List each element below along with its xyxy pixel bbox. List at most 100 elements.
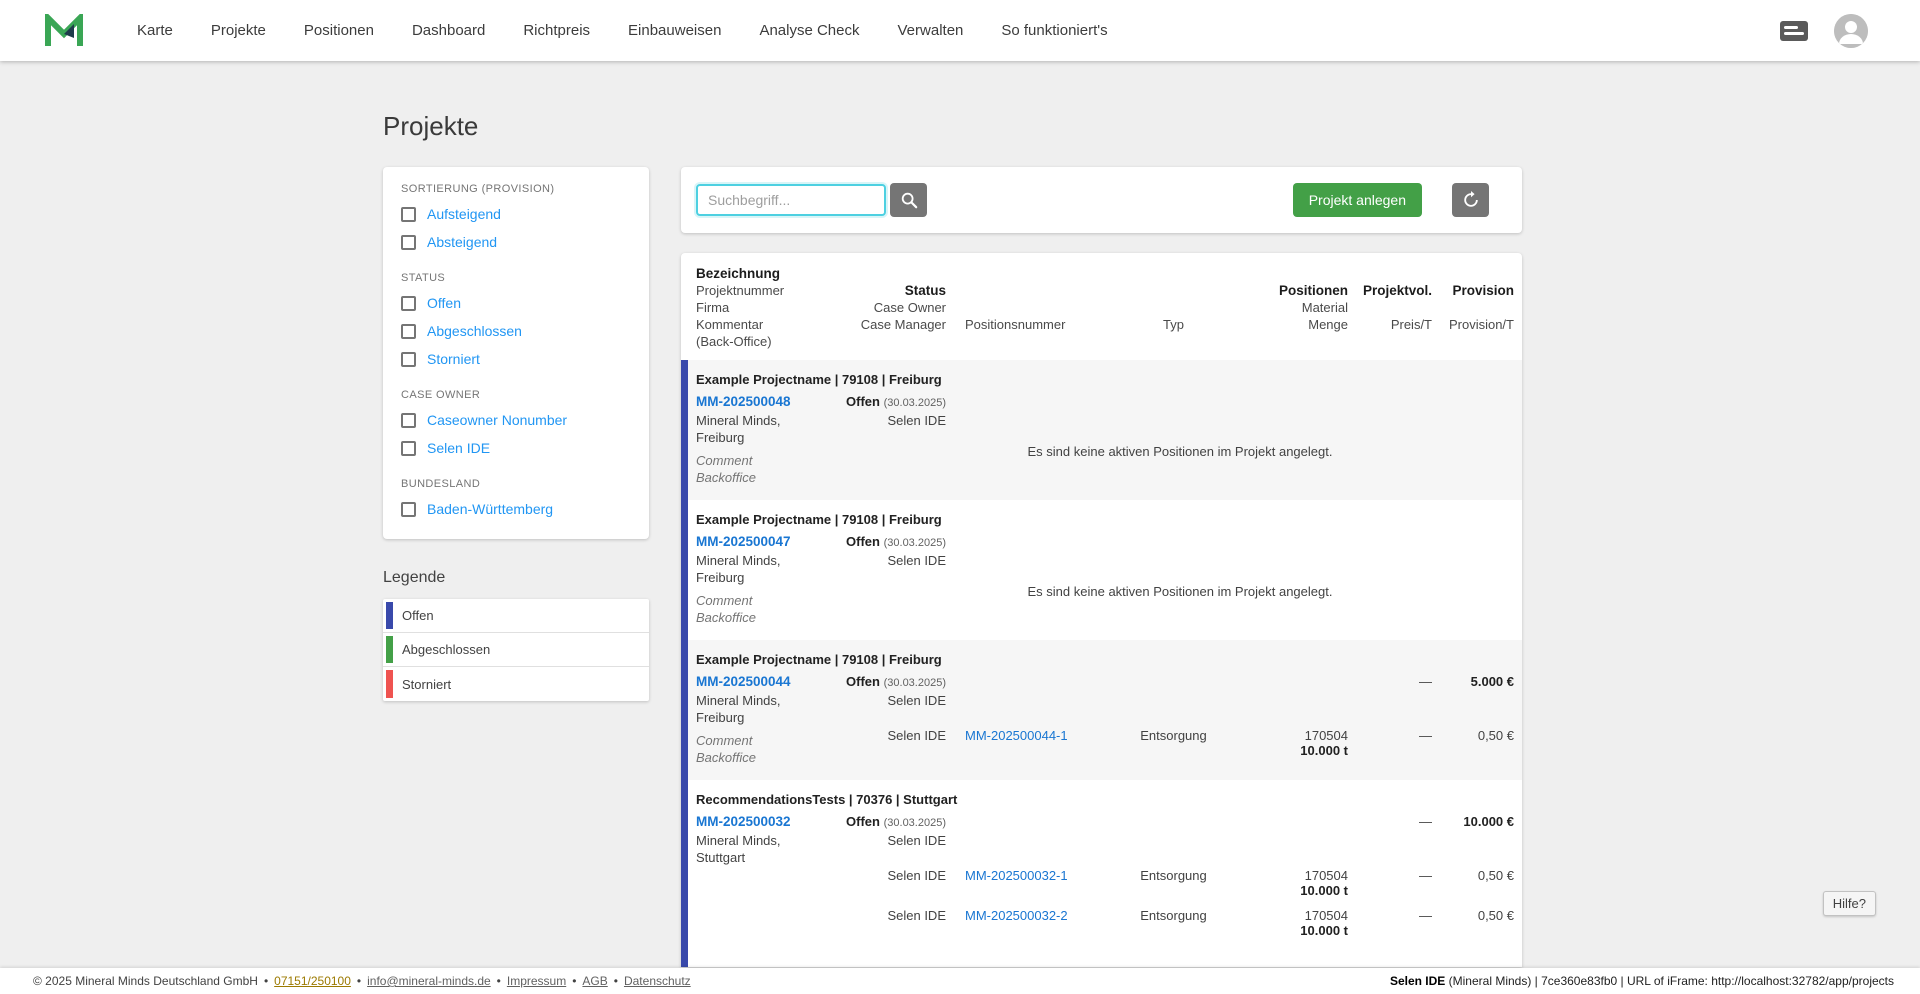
project-comment: Backoffice <box>696 610 756 625</box>
footer-datenschutz-link[interactable]: Datenschutz <box>624 974 691 988</box>
project-status: Offen (30.03.2025) <box>846 814 946 829</box>
checkbox-unchecked-icon[interactable] <box>401 412 416 428</box>
logo-m-icon <box>45 13 83 46</box>
position-number-link[interactable]: MM-202500032-2 <box>965 908 1068 923</box>
project-title: RecommendationsTests | 70376 | Stuttgart <box>696 792 958 807</box>
footer-session-rest: (Mineral Minds) | 7ce360e83fb0 | URL of … <box>1445 974 1894 988</box>
user-avatar-icon[interactable] <box>1834 13 1868 48</box>
legend-color-offen <box>386 602 393 629</box>
col-case-manager: Case Manager <box>860 317 946 332</box>
checkbox-unchecked-icon[interactable] <box>401 295 416 311</box>
legend-title: Legende <box>383 569 446 586</box>
project-group: RecommendationsTests | 70376 | Stuttgart… <box>681 780 1522 967</box>
filter-section-bundesland: BUNDESLAND <box>401 478 481 490</box>
project-preis: — <box>1419 814 1432 829</box>
project-title: Example Projectname | 79108 | Freiburg <box>696 652 942 667</box>
project-left-cell: MM-202500044 Mineral Minds, Freiburg Com… <box>696 669 846 766</box>
project-comment: Comment <box>696 593 753 608</box>
nav-item-so-funktionierts[interactable]: So funktioniert's <box>982 22 1126 39</box>
footer-phone-link[interactable]: 07151/250100 <box>274 974 351 988</box>
position-provision: 0,50 € <box>1477 868 1514 883</box>
search-button[interactable] <box>890 183 927 217</box>
filter-caseowner-nonumber[interactable]: Caseowner Nonumber <box>401 406 631 434</box>
filter-selen-ide[interactable]: Selen IDE <box>401 434 631 462</box>
position-material: 170504 <box>1304 868 1348 883</box>
nav-item-analyse-check[interactable]: Analyse Check <box>740 22 878 39</box>
checkbox-unchecked-icon[interactable] <box>401 501 416 517</box>
nav-item-dashboard[interactable]: Dashboard <box>393 22 504 39</box>
footer-email-link[interactable]: info@mineral-minds.de <box>367 974 491 988</box>
position-number-link[interactable]: MM-202500032-1 <box>965 868 1068 883</box>
filter-baden-wuerttemberg[interactable]: Baden-Württemberg <box>401 495 631 523</box>
project-title: Example Projectname | 79108 | Freiburg <box>696 372 942 387</box>
checkbox-unchecked-icon[interactable] <box>401 440 416 456</box>
project-case-owner: Selen IDE <box>887 413 946 428</box>
project-comment: Backoffice <box>696 750 756 765</box>
position-case-manager: Selen IDE <box>887 868 946 883</box>
footer-agb-link[interactable]: AGB <box>582 974 607 988</box>
create-project-button[interactable]: Projekt anlegen <box>1292 183 1422 217</box>
project-company-city: Freiburg <box>696 710 745 725</box>
position-row: Selen IDE MM-202500044-1 Entsorgung 1705… <box>846 728 1514 758</box>
checkbox-unchecked-icon[interactable] <box>401 351 416 367</box>
filter-abgeschlossen[interactable]: Abgeschlossen <box>401 317 631 345</box>
nav-item-projekte[interactable]: Projekte <box>192 22 285 39</box>
project-company: Mineral Minds, <box>696 553 781 568</box>
project-number-link[interactable]: MM-202500044 <box>696 674 791 689</box>
nav-item-verwalten[interactable]: Verwalten <box>879 22 983 39</box>
project-group: Example Projectname | 79108 | Freiburg M… <box>681 360 1522 500</box>
project-company: Mineral Minds, <box>696 693 781 708</box>
nav-item-positionen[interactable]: Positionen <box>285 22 393 39</box>
project-group: Example Projectname | 79108 | Freiburg M… <box>681 500 1522 640</box>
project-number-link[interactable]: MM-202500032 <box>696 814 791 829</box>
project-group: Example Projectname | 79108 | Freiburg M… <box>681 640 1522 780</box>
nav-item-karte[interactable]: Karte <box>118 22 192 39</box>
footer-impressum-link[interactable]: Impressum <box>507 974 566 988</box>
col-firma: Firma <box>696 300 730 315</box>
footer-left: © 2025 Mineral Minds Deutschland GmbH • … <box>33 974 691 988</box>
project-company: Mineral Minds, <box>696 413 781 428</box>
project-number-link[interactable]: MM-202500047 <box>696 534 791 549</box>
col-material: Material <box>1301 300 1348 315</box>
col-menge: Menge <box>1308 317 1348 332</box>
footer-session-user: Selen IDE <box>1389 974 1446 988</box>
project-comment: Comment <box>696 453 753 468</box>
position-menge: 10.000 t <box>1300 883 1348 898</box>
position-number-link[interactable]: MM-202500044-1 <box>965 728 1068 743</box>
position-row: Selen IDE MM-202500032-2 Entsorgung 1705… <box>846 908 1514 938</box>
nav-item-einbauweisen[interactable]: Einbauweisen <box>609 22 740 39</box>
nav-item-richtpreis[interactable]: Richtpreis <box>504 22 609 39</box>
col-kommentar: Kommentar <box>696 317 764 332</box>
filter-storniert[interactable]: Storniert <box>401 345 631 373</box>
search-input[interactable] <box>696 184 886 216</box>
filter-absteigend[interactable]: Absteigend <box>401 228 631 256</box>
filter-offen[interactable]: Offen <box>401 289 631 317</box>
project-number-link[interactable]: MM-202500048 <box>696 394 791 409</box>
help-button[interactable]: Hilfe? <box>1822 891 1876 916</box>
mineral-minds-logo[interactable] <box>44 13 84 48</box>
top-navbar: Karte Projekte Positionen Dashboard Rich… <box>0 0 1920 61</box>
position-typ: Entsorgung <box>1140 728 1207 743</box>
col-status: Status <box>904 283 946 298</box>
col-preis-t: Preis/T <box>1390 317 1432 332</box>
no-positions-message: Es sind keine aktiven Positionen im Proj… <box>1027 444 1333 459</box>
position-provision: 0,50 € <box>1477 908 1514 923</box>
checkbox-unchecked-icon[interactable] <box>401 206 416 222</box>
position-typ: Entsorgung <box>1140 868 1207 883</box>
project-preis: — <box>1419 674 1432 689</box>
search-toolbar: Projekt anlegen <box>681 167 1522 233</box>
checkbox-unchecked-icon[interactable] <box>401 234 416 250</box>
col-positionen: Positionen <box>1278 283 1348 298</box>
refresh-button[interactable] <box>1452 183 1489 217</box>
project-comment: Comment <box>696 733 753 748</box>
project-status: Offen (30.03.2025) <box>846 534 946 549</box>
footer-session-info: Selen IDE (Mineral Minds) | 7ce360e83fb0… <box>1390 974 1894 988</box>
position-typ: Entsorgung <box>1140 908 1207 923</box>
main-navigation: Karte Projekte Positionen Dashboard Rich… <box>118 22 1127 39</box>
server-icon[interactable] <box>1778 19 1810 43</box>
checkbox-unchecked-icon[interactable] <box>401 323 416 339</box>
project-company-city: Stuttgart <box>696 850 746 865</box>
filter-aufsteigend[interactable]: Aufsteigend <box>401 200 631 228</box>
project-left-cell: MM-202500047 Mineral Minds, Freiburg Com… <box>696 529 846 626</box>
filter-card: SORTIERUNG (PROVISION) Aufsteigend Abste… <box>383 167 649 539</box>
